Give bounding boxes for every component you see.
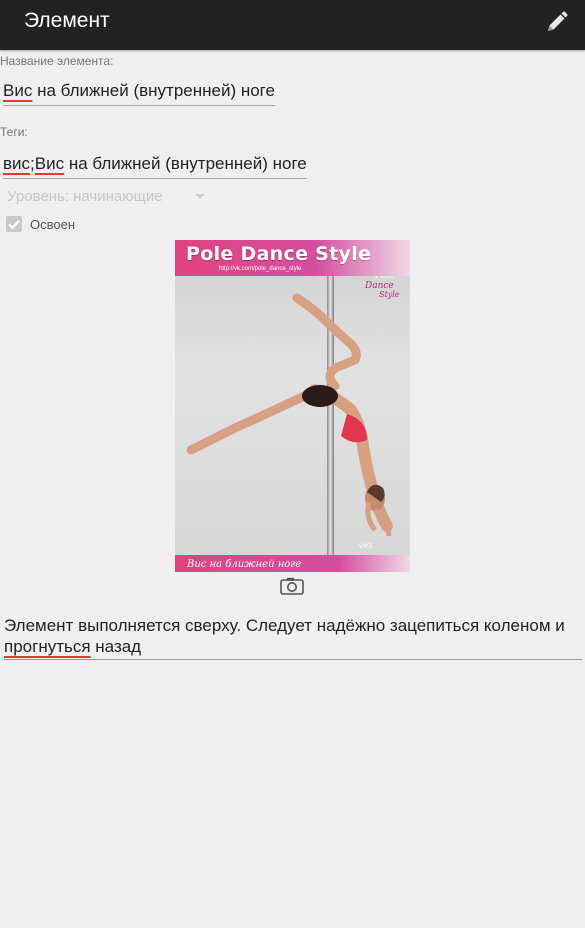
tags-label: Теги: — [0, 125, 28, 139]
mastered-label: Освоен — [30, 216, 76, 232]
camera-icon — [280, 577, 304, 595]
pencil-icon — [545, 10, 569, 39]
camera-button[interactable] — [280, 575, 304, 597]
svg-text:Style: Style — [379, 290, 400, 299]
action-bar: Элемент — [0, 0, 585, 50]
action-bar-title: Элемент — [24, 9, 110, 32]
name-word-1: Вис — [3, 81, 33, 100]
level-text: Уровень: начинающие — [7, 188, 163, 205]
poster-banner: Pole Dance Style http://vk.com/pole_danc… — [175, 240, 410, 276]
tags-rest: на ближней (внутренней) ноге — [64, 154, 307, 173]
description-field[interactable]: Элемент выполняется сверху. Следует надё… — [4, 615, 582, 660]
tags-word-1: вис — [3, 154, 31, 173]
name-label: Название элемента: — [0, 54, 114, 68]
pole-dancer-illustration: Pole Dance Style VIKS — [186, 271, 400, 572]
description-text-2: назад — [90, 637, 142, 656]
name-field[interactable]: Вис на ближней (внутренней) ноге — [3, 81, 275, 106]
poster-caption: Вис на ближней ноге — [187, 559, 302, 570]
mastered-checkbox-row[interactable]: Освоен — [6, 216, 75, 232]
tags-word-2: Вис — [34, 154, 65, 173]
element-photo[interactable]: Pole Dance Style VIKS Pole Dance Style h… — [175, 240, 410, 572]
mastered-checkbox[interactable] — [6, 216, 22, 232]
name-rest: на ближней (внутренней) ноге — [32, 81, 275, 100]
description-text-1: Элемент выполняется сверху. Следует надё… — [4, 616, 565, 635]
dropdown-arrow-icon — [194, 194, 205, 199]
svg-text:VIKS: VIKS — [359, 543, 373, 550]
description-misspelled-word: прогнуться — [4, 637, 91, 656]
level-spinner[interactable]: Уровень: начинающие — [7, 188, 205, 205]
poster-footer: Вис на ближней ноге — [175, 555, 410, 572]
poster-url: http://vk.com/pole_dance_style — [219, 266, 302, 272]
poster-title: Pole Dance Style — [186, 243, 372, 265]
tags-field[interactable]: вис;Вис на ближней (внутренней) ноге — [3, 154, 307, 179]
checkmark-icon — [8, 219, 20, 230]
edit-button[interactable] — [539, 6, 575, 42]
